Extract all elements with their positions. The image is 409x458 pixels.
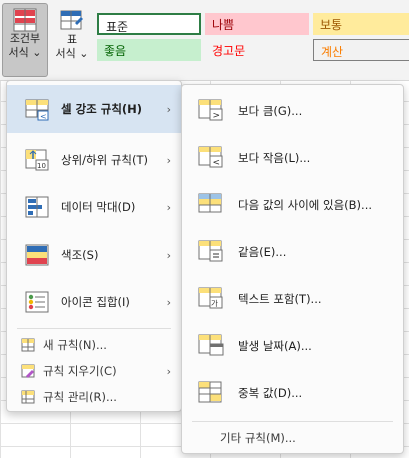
menu-data-bars[interactable]: 데이터 막대(D) › — [7, 183, 181, 231]
eraser-icon — [21, 364, 35, 378]
text-contains-icon: 가 — [198, 286, 226, 310]
svg-text:<: < — [213, 158, 221, 168]
highlight-cells-submenu: > 보다 큼(G)... < 보다 작음(L)... 다음 값의 사이에 있음(… — [181, 84, 404, 454]
new-rule-icon — [21, 338, 35, 352]
table-format-label-1: 표 — [66, 33, 78, 46]
submenu-label: 보다 작음(L)... — [238, 150, 311, 165]
conditional-formatting-label-1: 조건부 — [9, 32, 41, 45]
submenu-date-occurring[interactable]: 발생 날짜(A)... — [182, 322, 403, 369]
conditional-formatting-label-2: 서식 ⌄ — [8, 46, 42, 59]
style-bad[interactable]: 나쁨 — [205, 13, 309, 35]
duplicate-values-icon — [198, 380, 226, 404]
menu-new-rule[interactable]: 새 규칙(N)... — [7, 332, 181, 358]
table-format-icon — [59, 9, 85, 33]
submenu-label: 기타 규칙(M)... — [220, 431, 296, 445]
svg-text:10: 10 — [37, 162, 46, 170]
menu-label: 규칙 관리(R)... — [43, 390, 117, 404]
submenu-equal-to[interactable]: 같음(E)... — [182, 228, 403, 275]
svg-text:>: > — [213, 111, 221, 121]
color-scales-icon — [25, 243, 51, 267]
conditional-formatting-button[interactable]: 조건부 서식 ⌄ — [2, 3, 48, 77]
menu-color-scales[interactable]: 색조(S) › — [7, 231, 181, 279]
chevron-right-icon: › — [166, 364, 171, 378]
svg-text:<: < — [40, 112, 47, 121]
menu-manage-rules[interactable]: 규칙 관리(R)... — [7, 384, 181, 410]
icon-sets-icon — [25, 290, 51, 314]
manage-rules-icon — [21, 390, 35, 404]
less-than-icon: < — [198, 145, 226, 169]
menu-top-bottom-rules[interactable]: 10 상위/하위 규칙(T) › — [7, 137, 181, 183]
menu-clear-rules[interactable]: 규칙 지우기(C) › — [7, 358, 181, 384]
style-good[interactable]: 좋음 — [97, 39, 201, 61]
submenu-separator — [192, 421, 393, 422]
menu-label: 새 규칙(N)... — [43, 338, 107, 352]
menu-separator — [17, 328, 171, 329]
between-icon — [198, 192, 226, 216]
chevron-right-icon: › — [166, 102, 171, 116]
greater-than-icon: > — [198, 98, 226, 122]
svg-text:가: 가 — [211, 299, 218, 308]
chevron-down-icon: ⌄ — [32, 46, 42, 59]
submenu-label: 다음 값의 사이에 있음(B)... — [238, 197, 373, 212]
submenu-label: 보다 큼(G)... — [238, 103, 303, 118]
submenu-label: 중복 값(D)... — [238, 385, 303, 400]
menu-highlight-cells-rules[interactable]: < 셀 강조 규칙(H) › — [7, 85, 181, 133]
calendar-icon — [198, 333, 226, 357]
submenu-less-than[interactable]: < 보다 작음(L)... — [182, 134, 403, 181]
conditional-formatting-menu: < 셀 강조 규칙(H) › 10 상위/하위 규칙(T) › 데이터 막대(D… — [6, 80, 182, 412]
submenu-label: 발생 날짜(A)... — [238, 338, 312, 353]
menu-icon-sets[interactable]: 아이콘 집합(I) › — [7, 279, 181, 325]
submenu-greater-than[interactable]: > 보다 큼(G)... — [182, 87, 403, 134]
menu-label: 셀 강조 규칙(H) — [61, 102, 143, 116]
chevron-down-icon: ⌄ — [79, 47, 89, 60]
menu-label: 데이터 막대(D) — [61, 200, 136, 214]
style-neutral[interactable]: 보통 — [313, 13, 409, 35]
submenu-between[interactable]: 다음 값의 사이에 있음(B)... — [182, 181, 403, 228]
style-warning[interactable]: 경고문 — [205, 39, 309, 61]
menu-label: 상위/하위 규칙(T) — [61, 153, 149, 167]
menu-label: 아이콘 집합(I) — [61, 295, 130, 309]
conditional-formatting-icon — [13, 8, 37, 32]
chevron-right-icon: › — [166, 153, 171, 167]
submenu-label: 같음(E)... — [238, 244, 287, 259]
table-format-label-2: 서식 ⌄ — [55, 47, 89, 60]
submenu-text-contains[interactable]: 가 텍스트 포함(T)... — [182, 275, 403, 322]
format-as-table-button[interactable]: 표 서식 ⌄ — [52, 3, 92, 77]
highlight-cells-icon: < — [25, 97, 51, 121]
style-calculation[interactable]: 계산 — [313, 39, 409, 61]
data-bars-icon — [25, 195, 51, 219]
style-normal[interactable]: 표준 — [97, 13, 201, 35]
chevron-right-icon: › — [166, 200, 171, 214]
chevron-right-icon: › — [166, 248, 171, 262]
menu-label: 규칙 지우기(C) — [43, 364, 117, 378]
submenu-label: 텍스트 포함(T)... — [238, 291, 322, 306]
equal-to-icon — [198, 239, 226, 263]
menu-label: 색조(S) — [61, 248, 99, 262]
chevron-right-icon: › — [166, 295, 171, 309]
submenu-more-rules[interactable]: 기타 규칙(M)... — [182, 425, 403, 451]
top-bottom-icon: 10 — [25, 148, 51, 172]
submenu-duplicate-values[interactable]: 중복 값(D)... — [182, 369, 403, 416]
ribbon: 조건부 서식 ⌄ 표 서식 ⌄ 표준 나쁨 보통 좋음 경고문 계산 — [0, 0, 409, 81]
